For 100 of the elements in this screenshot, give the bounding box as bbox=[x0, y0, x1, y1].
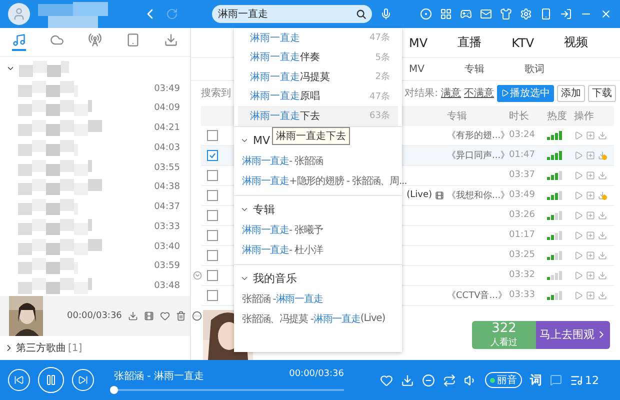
nav-tab[interactable]: 视频 bbox=[564, 34, 588, 52]
nav-tab[interactable]: KTV bbox=[512, 36, 534, 50]
settings-icon[interactable] bbox=[520, 8, 532, 20]
download-badge-icon[interactable] bbox=[598, 190, 607, 200]
record-icon[interactable] bbox=[420, 8, 432, 20]
next-button[interactable] bbox=[72, 369, 94, 391]
play-icon[interactable] bbox=[574, 290, 583, 300]
progress-thumb[interactable] bbox=[110, 386, 118, 394]
row-checkbox[interactable] bbox=[207, 250, 218, 261]
shirt-icon[interactable] bbox=[500, 8, 512, 20]
nav-tab[interactable]: 直播 bbox=[458, 34, 482, 52]
duration-cell-text: 03:26 bbox=[509, 210, 536, 220]
add-icon[interactable] bbox=[586, 170, 595, 180]
toolbar-button[interactable]: 下载 bbox=[588, 84, 616, 102]
album-cell[interactable]: 《异口同声...》 bbox=[447, 148, 509, 162]
play-selected-button[interactable]: 播放选中 bbox=[497, 84, 554, 102]
add-icon[interactable] bbox=[586, 210, 595, 220]
heart-icon[interactable] bbox=[160, 311, 170, 321]
download-icon[interactable] bbox=[598, 230, 607, 240]
music-tab[interactable] bbox=[10, 31, 28, 53]
mail-icon[interactable] bbox=[480, 8, 492, 20]
suggestion-item[interactable]: 淋雨一直走下去 63条 bbox=[238, 106, 398, 126]
play-icon[interactable] bbox=[574, 210, 583, 220]
add-icon[interactable] bbox=[586, 270, 595, 280]
pause-button[interactable] bbox=[38, 367, 64, 393]
album-cell[interactable]: 《有形的翅...》 bbox=[447, 128, 509, 142]
chevron-down-icon[interactable] bbox=[240, 274, 249, 283]
result-tab[interactable]: 专辑 bbox=[464, 62, 484, 76]
comment-icon[interactable] bbox=[550, 374, 562, 386]
microphone-icon[interactable] bbox=[380, 8, 392, 20]
repeat-icon[interactable] bbox=[443, 374, 456, 386]
download-icon[interactable] bbox=[598, 130, 607, 140]
suggestion-item[interactable]: 淋雨一直走- 张曦予 bbox=[234, 220, 323, 240]
result-tab[interactable]: MV bbox=[409, 64, 424, 75]
download-icon[interactable] bbox=[128, 311, 138, 321]
download-icon[interactable] bbox=[401, 374, 414, 386]
play-icon[interactable] bbox=[574, 150, 583, 160]
playlist-icon[interactable] bbox=[570, 374, 583, 386]
more-icon[interactable] bbox=[192, 311, 202, 321]
trash-icon[interactable] bbox=[176, 311, 186, 321]
avatar[interactable] bbox=[8, 3, 30, 25]
radio-icon bbox=[88, 33, 102, 47]
row-checkbox[interactable] bbox=[207, 150, 218, 161]
group-title[interactable]: 第三方歌曲 bbox=[16, 341, 66, 355]
search-icon[interactable] bbox=[356, 9, 367, 20]
play-icon[interactable] bbox=[574, 250, 583, 260]
album-cell[interactable]: 《我想和你...》 bbox=[447, 188, 509, 202]
row-checkbox[interactable] bbox=[207, 210, 218, 221]
phone-icon[interactable] bbox=[540, 8, 552, 20]
lyrics-button[interactable]: 词 bbox=[530, 372, 542, 388]
row-checkbox[interactable] bbox=[207, 270, 218, 281]
row-checkbox[interactable] bbox=[207, 190, 218, 201]
play-icon[interactable] bbox=[574, 270, 583, 280]
add-icon[interactable] bbox=[586, 190, 595, 200]
add-icon[interactable] bbox=[586, 290, 595, 300]
download-icon[interactable] bbox=[598, 250, 607, 260]
minus-icon[interactable] bbox=[422, 374, 435, 386]
search-field[interactable]: 淋雨一直走 bbox=[212, 5, 372, 23]
gamepad-icon[interactable] bbox=[460, 8, 472, 20]
download-icon[interactable] bbox=[598, 290, 607, 300]
add-icon[interactable] bbox=[586, 150, 595, 160]
result-tab[interactable]: 歌词 bbox=[524, 62, 544, 76]
download-icon[interactable] bbox=[598, 270, 607, 280]
feedback-link[interactable]: 满意 bbox=[441, 86, 461, 100]
suggestion-item[interactable]: 淋雨一直走- 杜小洋 bbox=[234, 240, 323, 260]
suggestion-item[interactable]: 张韶涵 -淋雨一直走 bbox=[234, 288, 323, 308]
play-icon[interactable] bbox=[574, 230, 583, 240]
row-checkbox[interactable] bbox=[207, 290, 218, 301]
toolbar-button[interactable]: 添加 bbox=[557, 84, 585, 102]
suggestion-item[interactable]: 张韶涵、冯提莫 -淋雨一直走(Live) bbox=[234, 308, 386, 328]
play-icon[interactable] bbox=[574, 170, 583, 180]
feedback-link[interactable]: 不满意 bbox=[464, 86, 494, 100]
album-cell[interactable]: 《CCTV音...》 bbox=[447, 288, 509, 302]
grid-icon[interactable] bbox=[440, 8, 452, 20]
add-icon[interactable] bbox=[586, 130, 595, 140]
play-icon bbox=[501, 89, 509, 98]
suggestion-item[interactable]: 淋雨一直走+隐形的翅膀 - 张韶涵、周... bbox=[234, 170, 407, 190]
mini-mode-icon[interactable] bbox=[560, 8, 572, 20]
volume-icon[interactable] bbox=[464, 374, 477, 386]
add-icon[interactable] bbox=[586, 250, 595, 260]
row-checkbox[interactable] bbox=[207, 170, 218, 181]
download-badge-icon[interactable] bbox=[598, 150, 607, 160]
sound-effect-toggle[interactable]: 丽音 bbox=[485, 372, 522, 388]
suggestion-item[interactable]: 淋雨一直走- 张韶涵 bbox=[234, 150, 323, 170]
mv-icon[interactable] bbox=[435, 190, 444, 200]
download-icon[interactable] bbox=[598, 170, 607, 180]
chevron-down-icon[interactable] bbox=[240, 205, 249, 214]
play-icon[interactable] bbox=[574, 190, 583, 200]
chevron-down-icon[interactable] bbox=[240, 136, 249, 145]
watch-now-button[interactable]: 马上去围观 bbox=[536, 320, 610, 349]
previous-button[interactable] bbox=[8, 369, 30, 391]
film-icon[interactable] bbox=[144, 311, 154, 321]
nav-tab[interactable]: MV bbox=[409, 36, 428, 50]
row-checkbox[interactable] bbox=[207, 130, 218, 141]
download-icon[interactable] bbox=[598, 210, 607, 220]
row-checkbox[interactable] bbox=[207, 230, 218, 241]
add-icon[interactable] bbox=[586, 230, 595, 240]
play-icon[interactable] bbox=[574, 130, 583, 140]
close-icon[interactable] bbox=[600, 8, 612, 20]
expand-icon[interactable] bbox=[193, 270, 202, 280]
